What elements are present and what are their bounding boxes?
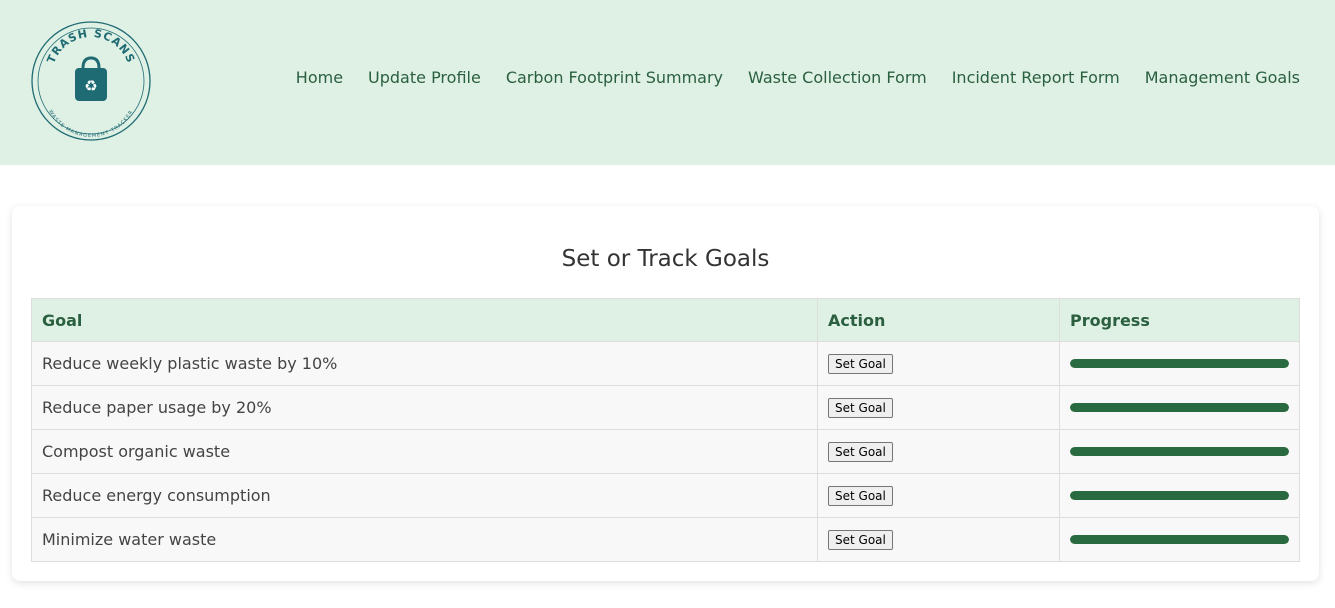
set-goal-button[interactable]: Set Goal [828, 442, 893, 462]
goal-text: Minimize water waste [31, 517, 818, 562]
progress-fill [1070, 447, 1289, 456]
progress-cell [1059, 517, 1300, 562]
table-row: Reduce weekly plastic waste by 10% Set G… [31, 341, 1300, 386]
progress-bar [1070, 535, 1289, 544]
progress-cell [1059, 429, 1300, 474]
page-title: Set or Track Goals [561, 246, 770, 272]
nav-home[interactable]: Home [296, 68, 343, 87]
nav-waste-collection-form[interactable]: Waste Collection Form [748, 68, 927, 87]
set-goal-button[interactable]: Set Goal [828, 398, 893, 418]
nav-incident-report-form[interactable]: Incident Report Form [952, 68, 1120, 87]
svg-text:TRASH SCANS: TRASH SCANS [44, 27, 137, 65]
goal-text: Reduce paper usage by 20% [31, 385, 818, 430]
progress-bar [1070, 491, 1289, 500]
progress-fill [1070, 491, 1289, 500]
table-row: Reduce paper usage by 20% Set Goal [31, 385, 1300, 430]
action-cell: Set Goal [817, 385, 1060, 430]
action-cell: Set Goal [817, 473, 1060, 518]
action-cell: Set Goal [817, 517, 1060, 562]
set-goal-button[interactable]: Set Goal [828, 530, 893, 550]
svg-text:WASTE MANAGEMENT TRACKER: WASTE MANAGEMENT TRACKER [47, 109, 135, 139]
header-goal: Goal [31, 298, 818, 342]
progress-cell [1059, 473, 1300, 518]
goals-card: Set or Track Goals Goal Action Progress … [12, 206, 1319, 581]
goal-text: Reduce energy consumption [31, 473, 818, 518]
goals-table: Goal Action Progress Reduce weekly plast… [31, 298, 1300, 562]
nav-carbon-footprint-summary[interactable]: Carbon Footprint Summary [506, 68, 723, 87]
action-cell: Set Goal [817, 429, 1060, 474]
nav-update-profile[interactable]: Update Profile [368, 68, 481, 87]
goal-text: Compost organic waste [31, 429, 818, 474]
trash-scans-logo[interactable]: TRASH SCANS WASTE MANAGEMENT TRACKER ♻ [30, 20, 152, 142]
svg-text:♻: ♻ [84, 77, 97, 95]
table-row: Minimize water waste Set Goal [31, 517, 1300, 562]
progress-fill [1070, 403, 1289, 412]
progress-fill [1070, 535, 1289, 544]
progress-cell [1059, 341, 1300, 386]
action-cell: Set Goal [817, 341, 1060, 386]
progress-cell [1059, 385, 1300, 430]
set-goal-button[interactable]: Set Goal [828, 354, 893, 374]
progress-bar [1070, 359, 1289, 368]
header-action: Action [817, 298, 1060, 342]
goal-text: Reduce weekly plastic waste by 10% [31, 341, 818, 386]
progress-bar [1070, 403, 1289, 412]
set-goal-button[interactable]: Set Goal [828, 486, 893, 506]
table-row: Compost organic waste Set Goal [31, 429, 1300, 474]
nav-management-goals[interactable]: Management Goals [1145, 68, 1300, 87]
main-nav: Home Update Profile Carbon Footprint Sum… [296, 68, 1300, 87]
table-header-row: Goal Action Progress [31, 298, 1300, 342]
progress-bar [1070, 447, 1289, 456]
header-progress: Progress [1059, 298, 1300, 342]
site-header: TRASH SCANS WASTE MANAGEMENT TRACKER ♻ H… [0, 0, 1335, 165]
progress-fill [1070, 359, 1289, 368]
table-row: Reduce energy consumption Set Goal [31, 473, 1300, 518]
